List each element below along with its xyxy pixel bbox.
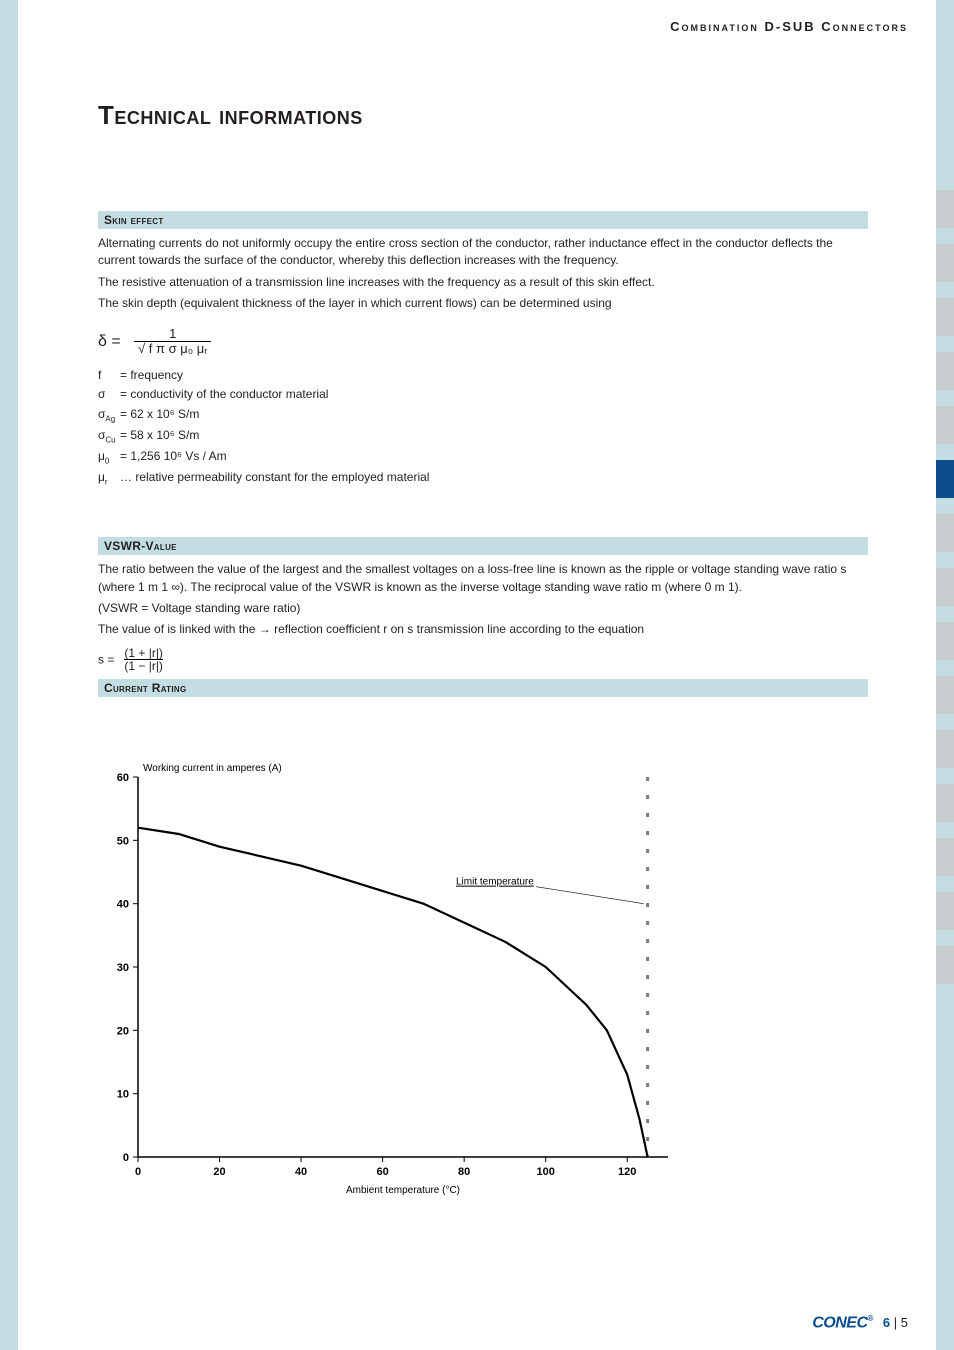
svg-text:10: 10 — [117, 1089, 129, 1101]
arrow-icon: → — [259, 622, 271, 636]
section-tab[interactable] — [936, 946, 954, 984]
vswr-num: (1 + |r|) — [124, 647, 163, 660]
formula-den: √ f π σ μ₀ μᵣ — [134, 341, 211, 356]
svg-text:60: 60 — [376, 1166, 388, 1178]
page-number: 6 | 5 — [883, 1315, 908, 1330]
section-tab[interactable] — [936, 676, 954, 714]
section-tabs — [936, 190, 954, 984]
svg-text:0: 0 — [135, 1166, 141, 1178]
svg-text:40: 40 — [295, 1166, 307, 1178]
formula-num: 1 — [134, 327, 211, 341]
svg-text:60: 60 — [117, 772, 129, 784]
section-tab[interactable] — [936, 568, 954, 606]
section-skin-effect: Skin effect — [98, 211, 868, 229]
def-row: σ= conductivity of the conductor materia… — [98, 385, 868, 404]
skin-p3: The skin depth (equivalent thickness of … — [98, 295, 868, 312]
section-tab[interactable] — [936, 298, 954, 336]
section-tab[interactable] — [936, 406, 954, 444]
section-tab[interactable] — [936, 838, 954, 876]
svg-text:50: 50 — [117, 835, 129, 847]
current-rating-chart: 0 10 20 30 40 50 60 0 20 40 60 80 100 120 Working curr… — [88, 757, 688, 1197]
category-text: Combination D-SUB Connectors — [670, 19, 908, 34]
def-row: σAg= 62 x 10⁶ S/m — [98, 405, 868, 426]
footer: CONEC® 6 | 5 — [812, 1314, 908, 1332]
category-header: Combination D-SUB Connectors — [18, 0, 936, 52]
section-tab[interactable] — [936, 514, 954, 552]
section-tab[interactable] — [936, 244, 954, 282]
def-row: σCu= 58 x 10⁶ S/m — [98, 426, 868, 447]
svg-text:Working current in amperes (A): Working current in amperes (A) — [143, 763, 282, 774]
svg-text:0: 0 — [123, 1152, 129, 1164]
svg-text:40: 40 — [117, 899, 129, 911]
svg-text:100: 100 — [537, 1166, 555, 1178]
vswr-lhs: s = — [98, 652, 114, 666]
section-tab[interactable] — [936, 190, 954, 228]
svg-text:Ambient temperature (°C): Ambient temperature (°C) — [346, 1185, 460, 1196]
skin-depth-formula: δ = 1 √ f π σ μ₀ μᵣ — [98, 327, 868, 357]
svg-text:120: 120 — [618, 1166, 636, 1178]
symbol-definitions: f= frequency σ= conductivity of the cond… — [98, 366, 868, 489]
vswr-p1: The ratio between the value of the large… — [98, 561, 868, 596]
brand-logo: CONEC® — [812, 1314, 873, 1332]
def-row: μr… relative permeability constant for t… — [98, 468, 868, 489]
def-row: f= frequency — [98, 366, 868, 385]
section-tab[interactable] — [936, 730, 954, 768]
vswr-fraction: (1 + |r|) (1 − |r|) — [124, 647, 163, 673]
svg-text:20: 20 — [117, 1025, 129, 1037]
section-vswr: VSWR-Value — [98, 537, 868, 555]
svg-text:Limit temperature: Limit temperature — [456, 877, 534, 888]
page-title: Technical informations — [98, 100, 868, 131]
vswr-formula: s = (1 + |r|) (1 − |r|) — [98, 647, 868, 673]
section-tab[interactable] — [936, 892, 954, 930]
vswr-den: (1 − |r|) — [124, 659, 163, 673]
skin-p1: Alternating currents do not uniformly oc… — [98, 235, 868, 270]
section-tab[interactable] — [936, 784, 954, 822]
skin-p2: The resistive attenuation of a transmiss… — [98, 274, 868, 291]
formula-lhs: δ = — [98, 333, 121, 350]
vswr-p2: (VSWR = Voltage standing ware ratio) — [98, 600, 868, 617]
svg-text:20: 20 — [213, 1166, 225, 1178]
def-row: μ0= 1,256 10⁶ Vs / Am — [98, 447, 868, 468]
main-content: Technical informations Skin effect Alter… — [98, 100, 868, 1197]
section-tab[interactable] — [936, 460, 954, 498]
section-current-rating: Current Rating — [98, 679, 868, 697]
formula-fraction: 1 √ f π σ μ₀ μᵣ — [134, 327, 211, 357]
svg-text:30: 30 — [117, 962, 129, 974]
svg-text:80: 80 — [458, 1166, 470, 1178]
vswr-p3: The value of is linked with the → reflec… — [98, 621, 868, 638]
section-tab[interactable] — [936, 352, 954, 390]
section-tab[interactable] — [936, 622, 954, 660]
